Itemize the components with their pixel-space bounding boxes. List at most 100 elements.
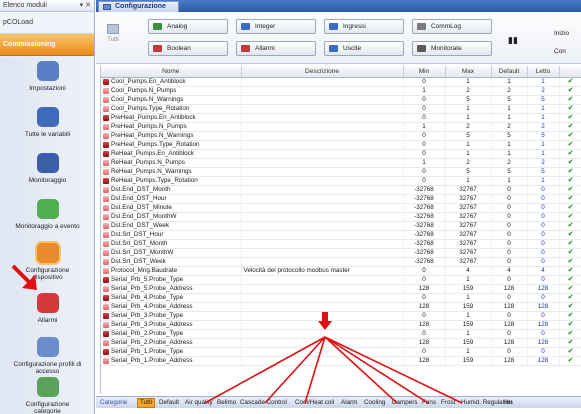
- letto-cell[interactable]: 0: [527, 239, 560, 249]
- table-row[interactable]: Serial_Prb_1.Probe_Type 0 1 0 0 ✔: [101, 347, 581, 357]
- letto-cell[interactable]: 0: [527, 257, 560, 267]
- table-row[interactable]: Dst.End_DST_Minute -32768 32767 0 0 ✔: [101, 203, 581, 213]
- letto-cell[interactable]: 5: [527, 131, 560, 141]
- category-tab[interactable]: Categorie: [98, 398, 129, 408]
- con-label[interactable]: Con: [554, 48, 566, 55]
- letto-cell[interactable]: 0: [527, 311, 560, 321]
- table-row[interactable]: Dst.End_DST_Week -32768 32767 0 0 ✔: [101, 221, 581, 231]
- letto-cell[interactable]: 0: [527, 329, 560, 339]
- table-row[interactable]: Serial_Prb_3.Probe_Type 0 1 0 0 ✔: [101, 311, 581, 321]
- nav-allarmi[interactable]: Allarmi: [0, 293, 94, 324]
- table-row[interactable]: Dst.Srt_DST_Hour -32768 32767 0 0 ✔: [101, 230, 581, 240]
- col-header-max[interactable]: Max: [445, 66, 492, 78]
- col-header-min[interactable]: Min: [403, 66, 446, 78]
- table-row[interactable]: Dst.Srt_DST_MonthW -32768 32767 0 0 ✔: [101, 248, 581, 258]
- table-row[interactable]: PreHeat_Pumps.N_Pumps 1 2 2 2 ✔: [101, 122, 581, 132]
- category-tab[interactable]: Belimo: [215, 398, 238, 408]
- category-tab[interactable]: Dampers: [390, 398, 420, 408]
- category-tab[interactable]: Tutti: [137, 398, 156, 408]
- letto-cell[interactable]: 0: [527, 275, 560, 285]
- table-row[interactable]: PreHeat_Pumps.N_Warnings 0 5 5 5 ✔: [101, 131, 581, 141]
- nav-monitoraggio[interactable]: Monitoraggio: [0, 153, 94, 184]
- analog-filter-button[interactable]: Analog: [148, 19, 228, 34]
- table-row[interactable]: Cool_Pumps.Type_Rotation 0 1 1 1 ✔: [101, 104, 581, 114]
- table-row[interactable]: Dst.End_DST_MonthW -32768 32767 0 0 ✔: [101, 212, 581, 222]
- panel-controls[interactable]: ▾ ✕: [80, 0, 91, 12]
- letto-cell[interactable]: 0: [527, 212, 560, 222]
- module-commissioning[interactable]: Commissioning: [0, 34, 94, 56]
- letto-cell[interactable]: 5: [527, 167, 560, 177]
- binoculars-icon[interactable]: ▮▮: [508, 35, 518, 46]
- tutti-button[interactable]: Tutti: [100, 18, 126, 60]
- letto-cell[interactable]: 1: [527, 176, 560, 186]
- table-row[interactable]: Serial_Prb_2.Probe_Address 128 159 128 128 ✔: [101, 338, 581, 348]
- col-header-descrizione[interactable]: Descrizione: [241, 66, 404, 78]
- letto-cell[interactable]: 0: [527, 347, 560, 357]
- category-tab[interactable]: Cooling: [362, 398, 387, 408]
- table-row[interactable]: Dst.Srt_DST_Week -32768 32767 0 0 ✔: [101, 257, 581, 267]
- table-row[interactable]: Serial_Prb_5.Probe_Type 0 1 0 0 ✔: [101, 275, 581, 285]
- category-tab[interactable]: Alarm: [339, 398, 359, 408]
- letto-cell[interactable]: 0: [527, 230, 560, 240]
- table-row[interactable]: Serial_Prb_4.Probe_Address 128 159 128 128 ✔: [101, 302, 581, 312]
- tab-configurazione[interactable]: Configurazione: [98, 1, 179, 12]
- category-tab[interactable]: Frost: [439, 398, 457, 408]
- table-row[interactable]: Cool_Pumps.En_Antiblock 0 1 1 1 ✔: [101, 77, 581, 87]
- letto-cell[interactable]: 2: [527, 122, 560, 132]
- category-tab[interactable]: Hu: [502, 398, 514, 408]
- table-row[interactable]: Serial_Prb_3.Probe_Address 128 159 128 128 ✔: [101, 320, 581, 330]
- boolean-filter-button[interactable]: Boolean: [148, 41, 228, 56]
- table-row[interactable]: Cool_Pumps.N_Warnings 0 5 5 5 ✔: [101, 95, 581, 105]
- letto-cell[interactable]: 128: [527, 356, 560, 366]
- category-tab[interactable]: Default: [157, 398, 181, 408]
- letto-cell[interactable]: 0: [527, 185, 560, 195]
- nav-impostazioni[interactable]: Impostazioni: [0, 61, 94, 92]
- letto-cell[interactable]: 1: [527, 113, 560, 123]
- allarmi-filter-button[interactable]: Allarmi: [236, 41, 316, 56]
- table-row[interactable]: Serial_Prb_2.Probe_Type 0 1 0 0 ✔: [101, 329, 581, 339]
- table-row[interactable]: Serial_Prb_4.Probe_Type 0 1 0 0 ✔: [101, 293, 581, 303]
- table-row[interactable]: Protocol_Mng.Baudrate Velocità del protoc…: [101, 266, 581, 276]
- table-row[interactable]: Dst.End_DST_Month -32768 32767 0 0 ✔: [101, 185, 581, 195]
- table-row[interactable]: ReHeat_Pumps.N_Pumps 1 2 2 2 ✔: [101, 158, 581, 168]
- ingressi-filter-button[interactable]: Ingressi: [324, 19, 404, 34]
- letto-cell[interactable]: 0: [527, 194, 560, 204]
- letto-cell[interactable]: 1: [527, 77, 560, 87]
- table-row[interactable]: Dst.End_DST_Hour -32768 32767 0 0 ✔: [101, 194, 581, 204]
- col-header-nome[interactable]: Nome: [101, 66, 242, 78]
- letto-cell[interactable]: 128: [527, 302, 560, 312]
- table-row[interactable]: Serial_Prb_5.Probe_Address 128 159 128 128 ✔: [101, 284, 581, 294]
- letto-cell[interactable]: 4: [527, 266, 560, 276]
- letto-cell[interactable]: 1: [527, 149, 560, 159]
- monitorate-filter-button[interactable]: Monitorate: [412, 41, 492, 56]
- inizio-label[interactable]: Inizio: [554, 30, 569, 37]
- table-row[interactable]: ReHeat_Pumps.En_Antiblock 0 1 1 1 ✔: [101, 149, 581, 159]
- letto-cell[interactable]: 1: [527, 104, 560, 114]
- table-row[interactable]: PreHeat_Pumps.Type_Rotation 0 1 1 1 ✔: [101, 140, 581, 150]
- letto-cell[interactable]: 2: [527, 86, 560, 96]
- letto-cell[interactable]: 5: [527, 95, 560, 105]
- nav-configurazione-profili[interactable]: Configurazione profili di accesso: [0, 337, 94, 375]
- col-header-default[interactable]: Default: [491, 66, 528, 78]
- table-row[interactable]: PreHeat_Pumps.En_Antiblock 0 1 1 1 ✔: [101, 113, 581, 123]
- letto-cell[interactable]: 128: [527, 338, 560, 348]
- nav-configurazione-categorie[interactable]: Configurazione categorie: [0, 377, 94, 414]
- category-tab[interactable]: Cool/Heat coil: [293, 398, 336, 408]
- nav-tutte-le-variabili[interactable]: Tutte le variabili: [0, 107, 94, 138]
- letto-cell[interactable]: 128: [527, 284, 560, 294]
- uscite-filter-button[interactable]: Uscite: [324, 41, 404, 56]
- letto-cell[interactable]: 0: [527, 221, 560, 231]
- nav-monitoraggio-a-evento[interactable]: Monitoraggio a evento: [0, 199, 94, 230]
- letto-cell[interactable]: 0: [527, 248, 560, 258]
- table-row[interactable]: ReHeat_Pumps.Type_Rotation 0 1 1 1 ✔: [101, 176, 581, 186]
- letto-cell[interactable]: 0: [527, 293, 560, 303]
- table-row[interactable]: Serial_Prb_1.Probe_Address 128 159 128 128 ✔: [101, 356, 581, 366]
- category-tab[interactable]: Cascade Control: [238, 398, 289, 408]
- table-row[interactable]: Cool_Pumps.N_Pumps 1 2 2 2 ✔: [101, 86, 581, 96]
- letto-cell[interactable]: 2: [527, 158, 560, 168]
- table-row[interactable]: Dst.Srt_DST_Month -32768 32767 0 0 ✔: [101, 239, 581, 249]
- col-header-letto[interactable]: Letto: [527, 66, 560, 78]
- letto-cell[interactable]: 0: [527, 203, 560, 213]
- table-row[interactable]: ReHeat_Pumps.N_Warnings 0 5 5 5 ✔: [101, 167, 581, 177]
- category-tab[interactable]: Air quality: [183, 398, 215, 408]
